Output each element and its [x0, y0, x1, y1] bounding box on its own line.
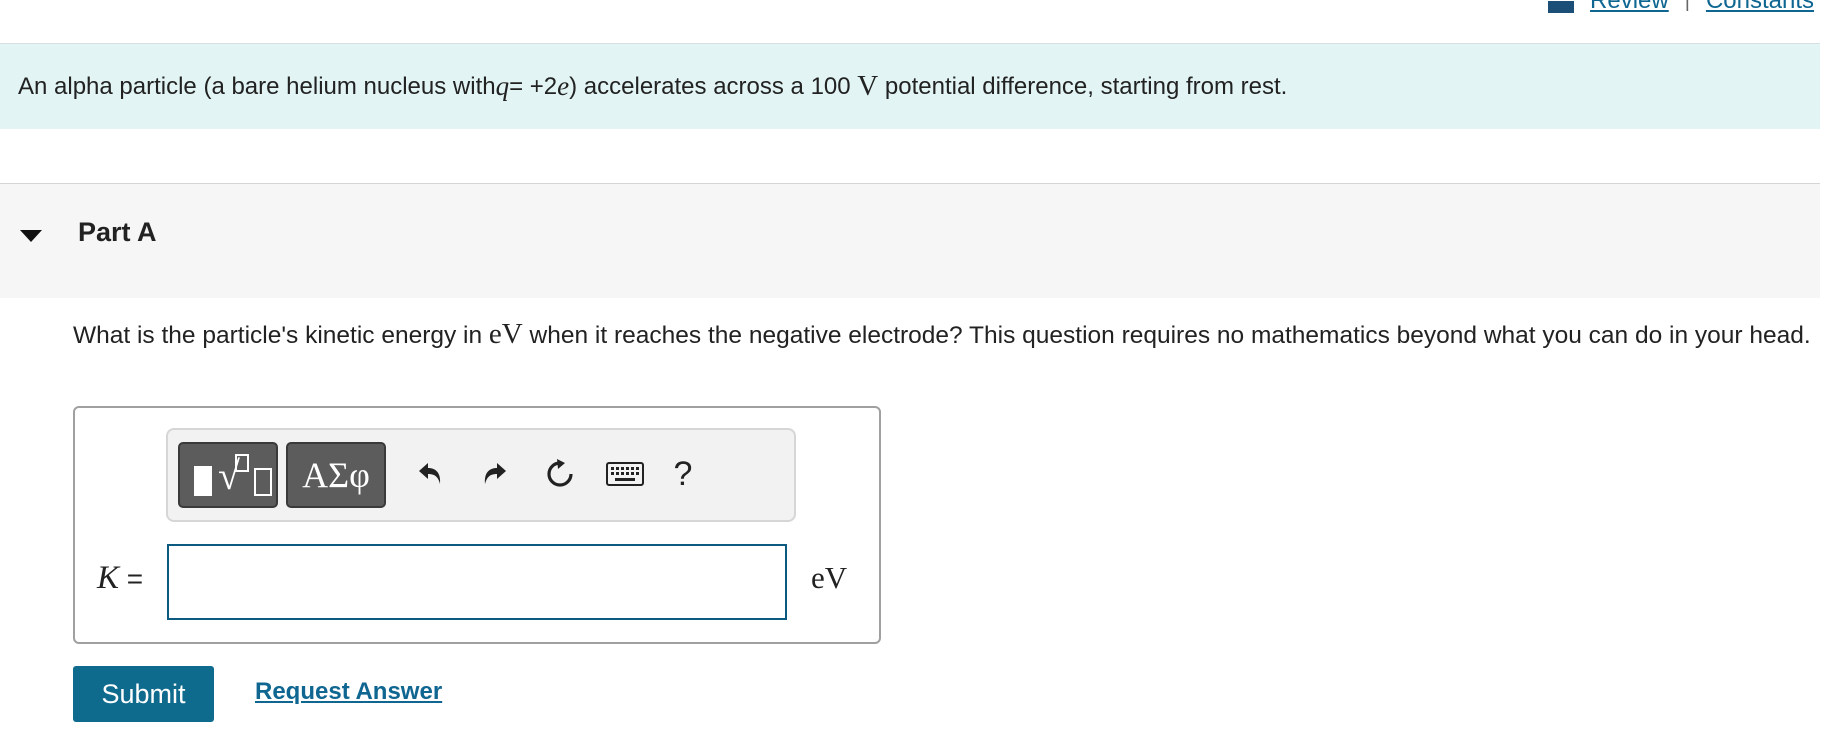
cursor-block-icon — [194, 466, 212, 496]
intro-e-var: e — [557, 71, 570, 101]
part-title: Part A — [78, 217, 157, 247]
intro-q-value: = +2 — [509, 72, 558, 100]
symbols-button[interactable]: ΑΣφ — [286, 442, 386, 508]
part-a-header[interactable]: Part A — [0, 183, 1820, 298]
reset-icon[interactable] — [539, 452, 581, 496]
answer-box: √ ΑΣφ ? K = eV — [73, 406, 881, 644]
submit-button[interactable]: Submit — [73, 666, 214, 722]
intro-text-after: potential difference, starting from rest… — [878, 72, 1288, 100]
constants-link[interactable]: Constants — [1706, 0, 1814, 15]
question-text-before: What is the particle's kinetic energy in — [73, 322, 489, 349]
answer-var: K — [97, 560, 120, 596]
intro-unit-v: V — [857, 70, 879, 102]
problem-intro: An alpha particle (a bare helium nucleus… — [0, 43, 1820, 129]
review-link[interactable]: Review — [1590, 0, 1669, 15]
math-toolbar: √ ΑΣφ ? — [166, 428, 796, 522]
intro-text-middle: ) accelerates across a 100 — [569, 72, 858, 100]
redo-icon[interactable] — [474, 452, 516, 496]
request-answer-link[interactable]: Request Answer — [255, 678, 442, 706]
keyboard-icon[interactable] — [604, 452, 646, 496]
top-links: Review | Constants — [1548, 0, 1814, 16]
template-box-icon — [235, 454, 249, 472]
link-separator: | — [1684, 0, 1690, 12]
answer-equals: = — [119, 563, 144, 594]
templates-button[interactable]: √ — [178, 442, 278, 508]
intro-q-var: q — [495, 71, 510, 101]
template-box-icon — [254, 468, 272, 496]
answer-label: K = — [97, 560, 143, 597]
intro-text-before: An alpha particle (a bare helium nucleus… — [18, 72, 496, 100]
question-text-after: when it reaches the negative electrode? … — [522, 322, 1811, 349]
question-text: What is the particle's kinetic energy in… — [73, 318, 1823, 352]
answer-input[interactable] — [167, 544, 787, 620]
collapse-triangle-icon[interactable] — [20, 230, 42, 242]
help-icon[interactable]: ? — [662, 452, 704, 496]
question-unit: eV — [488, 318, 523, 350]
book-icon — [1548, 1, 1575, 13]
answer-unit: eV — [811, 560, 848, 595]
undo-icon[interactable] — [409, 452, 451, 496]
